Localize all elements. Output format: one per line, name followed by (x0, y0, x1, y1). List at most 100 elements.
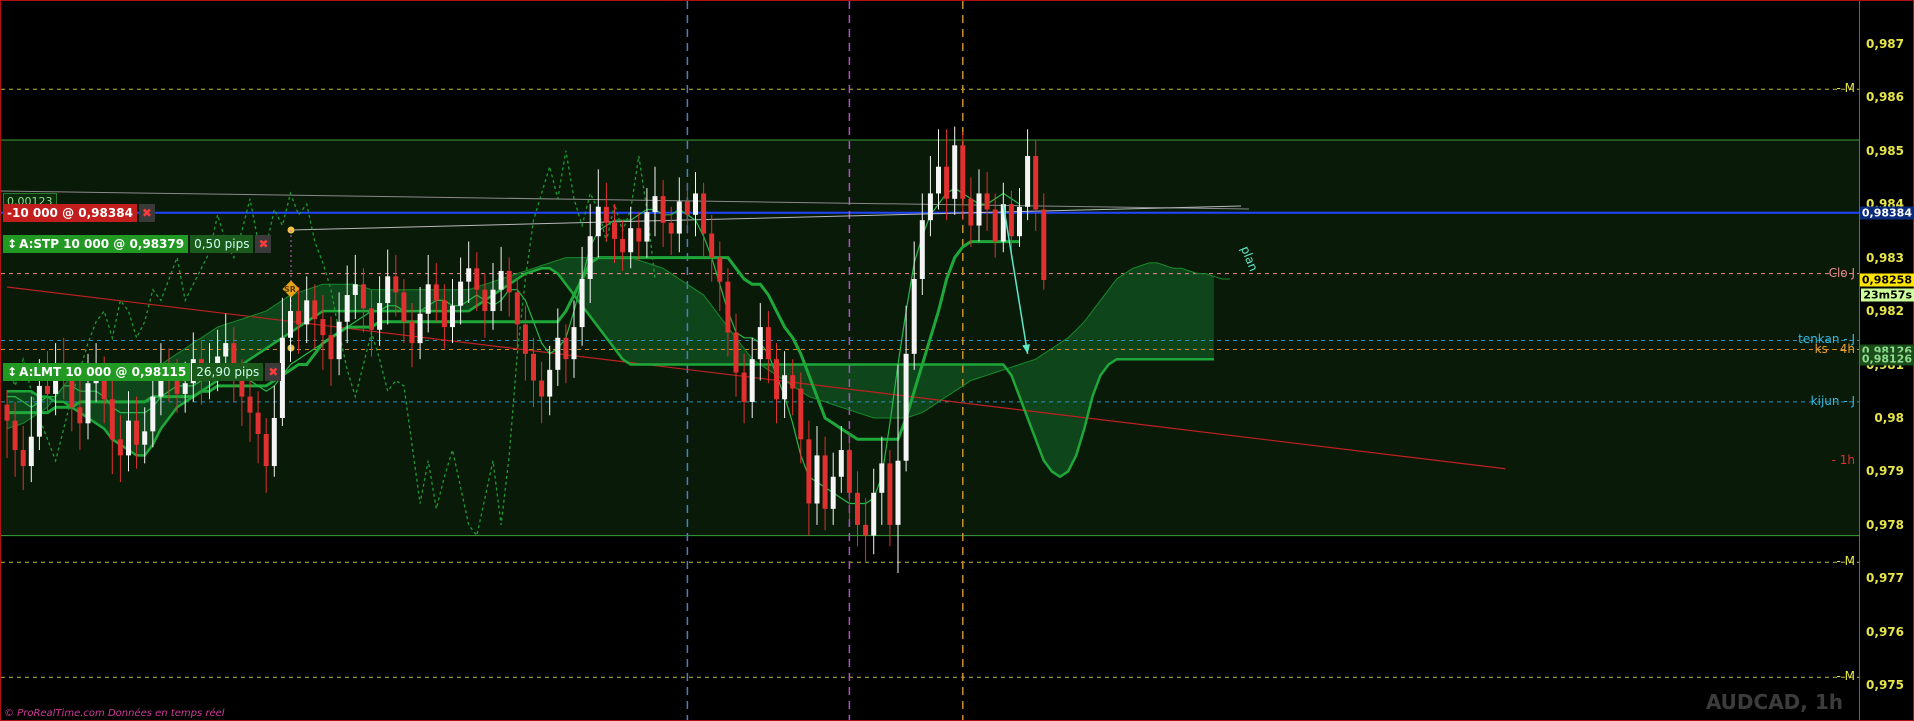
candle-body (1000, 204, 1006, 242)
price-tick: 0,975 (1866, 678, 1904, 693)
candle-body (603, 206, 609, 223)
candle-body (952, 145, 958, 199)
stop-order-tag[interactable]: ↕ A:STP 10 000 @ 0,98379 (3, 235, 189, 254)
price-tick: 0,987 (1866, 36, 1904, 51)
limit-order-tag[interactable]: ↕ A:LMT 10 000 @ 0,98115 (3, 363, 191, 382)
chart-window: 0,00123 -10 000 @ 0,98384 ✖ ↕ A:STP 10 00… (0, 0, 1914, 721)
candle-body (69, 377, 75, 408)
candle-body (117, 439, 123, 456)
candle-body (109, 399, 115, 440)
candle-body (417, 313, 423, 344)
candle-body (984, 193, 990, 210)
candle-body (150, 396, 156, 432)
candle-body (1041, 209, 1047, 281)
candle-body (263, 434, 269, 467)
candle-body (563, 337, 569, 360)
candle-body (360, 284, 366, 309)
price-box: 0,98258 (1859, 273, 1914, 287)
candle-body (223, 343, 229, 357)
candle-body (620, 238, 626, 253)
close-position-icon[interactable]: ✖ (138, 203, 155, 222)
candle-body (547, 369, 553, 397)
candle-body (1017, 206, 1022, 237)
candle-body (450, 305, 455, 328)
symbol-watermark: AUDCAD, 1h (1705, 690, 1843, 714)
candle-body (77, 407, 83, 424)
candle-body (919, 220, 925, 279)
price-box: 23m57s (1861, 288, 1914, 302)
candle-body (4, 404, 10, 421)
candle-body (749, 359, 755, 402)
candle-body (628, 228, 634, 253)
candle-body (960, 145, 966, 199)
price-tick: 0,982 (1866, 304, 1904, 319)
candle-body (701, 193, 707, 234)
candle-body (668, 222, 674, 234)
candle-body (555, 337, 561, 370)
candle-body (506, 270, 512, 293)
candle-body (660, 196, 666, 223)
price-tick: 0,985 (1866, 143, 1904, 158)
level-label: - 1h (1831, 452, 1855, 467)
candle-body (871, 492, 877, 536)
candle-body (182, 383, 188, 394)
price-tick: 0,977 (1866, 571, 1904, 586)
candle-body (385, 276, 391, 304)
candle-body (312, 300, 318, 320)
candle-body (765, 327, 771, 360)
candle-body (539, 380, 545, 397)
candle-body (733, 332, 739, 373)
candle-body (1033, 156, 1039, 210)
candle-body (482, 289, 488, 312)
candle-body (1025, 156, 1031, 207)
price-chart[interactable] (1, 1, 1859, 720)
level-label: - M (1836, 669, 1856, 684)
price-tick: 0,986 (1866, 90, 1904, 105)
price-tick: 0,979 (1866, 464, 1904, 479)
candle-body (490, 289, 496, 312)
level-label: ks - 4h (1814, 341, 1855, 356)
candle-body (531, 353, 536, 381)
candle-body (336, 321, 342, 360)
candle-body (514, 292, 520, 325)
candle-body (433, 284, 439, 301)
drag-handle-icon[interactable]: ↕ (7, 237, 19, 251)
candle-body (522, 324, 528, 354)
candle-body (814, 455, 820, 504)
candle-body (774, 359, 779, 400)
candle-body (595, 206, 601, 237)
candle-body (822, 455, 828, 509)
candle-body (846, 450, 852, 493)
candle-body (968, 198, 974, 226)
candle-body (636, 228, 642, 242)
price-tick: 0,98 (1874, 410, 1904, 425)
candle-body (612, 222, 617, 239)
cancel-stop-icon[interactable]: ✖ (255, 235, 272, 254)
candle-body (741, 372, 747, 402)
price-tick: 0,978 (1866, 517, 1904, 532)
candle-body (863, 524, 869, 536)
price-box: 0,98384 (1859, 206, 1914, 220)
candle-body (879, 463, 885, 493)
candle-body (992, 209, 998, 242)
candle-body (855, 492, 860, 525)
position-label[interactable]: -10 000 @ 0,98384 (3, 203, 137, 222)
stop-order[interactable]: ↕ A:STP 10 000 @ 0,98379 0,50 pips ✖ (3, 235, 272, 254)
stop-pips: 0,50 pips (190, 235, 254, 254)
price-tick: 0,976 (1866, 624, 1904, 639)
candle-body (1008, 204, 1014, 237)
drag-handle-icon[interactable]: ↕ (7, 365, 19, 379)
position-order[interactable]: -10 000 @ 0,98384 ✖ (3, 203, 155, 222)
cancel-limit-icon[interactable]: ✖ (265, 363, 282, 382)
candle-body (409, 321, 415, 344)
candle-body (271, 417, 277, 467)
candle-body (644, 212, 650, 242)
price-axis[interactable]: 0,9870,9860,9850,9840,9830,9820,9810,980… (1859, 1, 1914, 720)
candle-body (579, 278, 585, 328)
level-label: - M (1836, 81, 1856, 96)
candle-body (441, 300, 447, 328)
sr-marker-label: SR (284, 285, 296, 294)
limit-order[interactable]: ↕ A:LMT 10 000 @ 0,98115 26,90 pips ✖ (3, 363, 282, 382)
candle-body (344, 295, 350, 322)
candle-body (36, 385, 42, 437)
